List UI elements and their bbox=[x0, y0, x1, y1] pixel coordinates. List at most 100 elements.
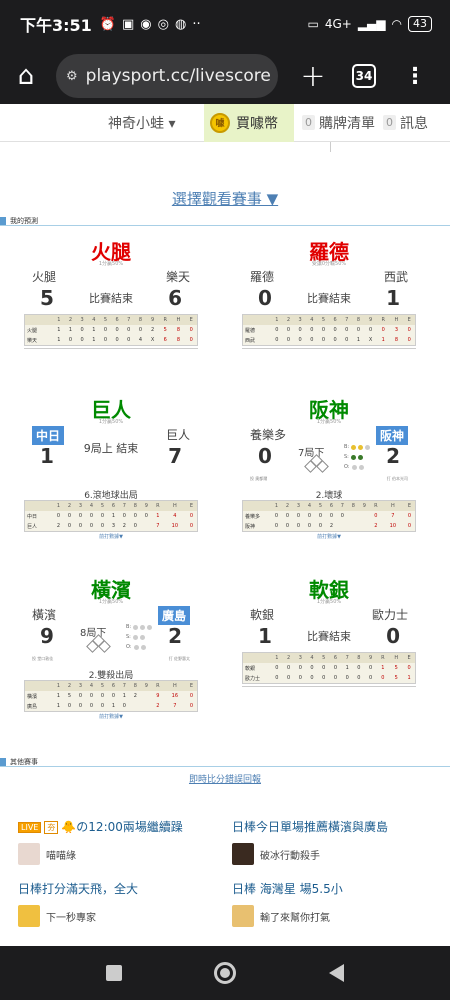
box-header-cell: R bbox=[151, 501, 164, 511]
box-header-cell: R bbox=[158, 315, 172, 325]
url-bar[interactable]: ⚙ playsport.cc/livescore bbox=[56, 54, 278, 98]
article-item[interactable]: LIVE 夯 🐥の12:00兩場繼續躁 喵喵綠 bbox=[18, 818, 228, 865]
messages-count: 0 bbox=[383, 115, 396, 130]
box-cell: 0 bbox=[285, 523, 290, 529]
base-state: 7局下 B: S: O: bbox=[298, 444, 371, 484]
new-tab-icon[interactable]: + bbox=[298, 59, 328, 94]
box-cell bbox=[130, 701, 141, 711]
box-cell: 0 bbox=[275, 665, 279, 671]
tab-switcher-button[interactable]: 34 bbox=[352, 64, 376, 88]
recents-icon[interactable] bbox=[106, 965, 123, 981]
box-cell: 6 bbox=[163, 337, 167, 343]
game-card[interactable]: 火腿 1分贏50% 火腿 樂天 5 6 比賽結束 1 2 3 4 5 6 7 8 9 R H E 火腿 1… bbox=[22, 236, 200, 349]
article-title[interactable]: LIVE 夯 🐥の12:00兩場繼續躁 bbox=[18, 818, 228, 835]
box-cell: 0 bbox=[286, 675, 291, 681]
box-header-cell: 5 bbox=[96, 681, 108, 691]
box-cell: 0 bbox=[67, 513, 72, 519]
inning-label: 8局下 bbox=[80, 628, 107, 639]
article-title[interactable]: 日棒 海灣星 場5.5小 bbox=[232, 880, 442, 897]
buy-coins-button[interactable]: 噱 買噱幣 bbox=[204, 103, 294, 142]
article-author[interactable]: 破冰行動殺手 bbox=[232, 843, 442, 865]
box-header-cell: 7 bbox=[341, 653, 354, 663]
box-cell: 1 bbox=[345, 665, 349, 671]
box-cell: 0 bbox=[307, 513, 312, 519]
box-header-cell: 4 bbox=[85, 681, 97, 691]
article-item[interactable]: 日棒 海灣星 場5.5小 輸了來幫你打氣 bbox=[232, 880, 442, 927]
box-header-cell: E bbox=[185, 681, 197, 691]
batting-stats-link[interactable]: 前打數據▼ bbox=[22, 712, 200, 722]
article-title[interactable]: 日棒今日單場推薦橫濱與廣島 bbox=[232, 818, 442, 835]
box-header-cell: R bbox=[376, 315, 390, 325]
box-header-cell: 2 bbox=[282, 653, 295, 663]
box-header-cell: 8 bbox=[129, 501, 141, 511]
box-cell: 0 bbox=[333, 327, 337, 333]
article-item[interactable]: 日棒今日單場推薦橫濱與廣島 破冰行動殺手 bbox=[232, 818, 442, 865]
menu-icon[interactable]: ⋮ bbox=[404, 64, 426, 89]
game-card[interactable]: 阪神 1分贏50% 養樂多 阪神 0 2 7局下 B: S: O: 投 奧都爾 … bbox=[240, 394, 418, 542]
purchase-count: 0 bbox=[302, 115, 315, 130]
box-header-cell: 6 bbox=[329, 653, 342, 663]
back-icon[interactable] bbox=[328, 964, 344, 982]
game-card[interactable]: 巨人 1分贏50% 中日 巨人 1 7 9局上 結束 6.滾地球出局 12345… bbox=[22, 394, 200, 542]
strikes-label: S: bbox=[344, 454, 349, 460]
box-cell: X bbox=[368, 337, 373, 343]
choose-games-link[interactable]: 選擇觀看賽事 ▼ bbox=[0, 188, 450, 209]
box-cell: 1 bbox=[68, 327, 73, 333]
box-cell: 8 bbox=[176, 327, 181, 333]
box-score-row: 樂天 1 0 0 1 0 0 0 4 X 6 8 0 bbox=[25, 335, 197, 345]
author-name: 輸了來幫你打氣 bbox=[260, 912, 330, 924]
box-cell: 2 bbox=[133, 693, 137, 699]
home-team-name: 歐力士 bbox=[371, 608, 408, 622]
article-author[interactable]: 輸了來幫你打氣 bbox=[232, 905, 442, 927]
article-author[interactable]: 下一秒專家 bbox=[18, 905, 228, 927]
box-cell: 0 bbox=[68, 337, 73, 343]
article-item[interactable]: 日棒打分滿天飛，全大 下一秒專家 bbox=[18, 880, 228, 927]
batter-label: 打 伯本光司 bbox=[386, 476, 408, 481]
box-cell: 0 bbox=[407, 337, 411, 343]
box-cell: 5 bbox=[67, 693, 72, 699]
away-score: 9 bbox=[40, 624, 54, 648]
batting-stats-link[interactable]: 前打數據▼ bbox=[22, 532, 200, 542]
box-cell: 5 bbox=[394, 665, 398, 671]
messages-link[interactable]: 0 訊息 bbox=[383, 113, 428, 133]
site-settings-icon[interactable]: ⚙ bbox=[66, 69, 78, 84]
browser-toolbar: ⌂ ⚙ playsport.cc/livescore + 34 ⋮ bbox=[0, 48, 450, 104]
box-cell: 1 bbox=[356, 337, 361, 343]
game-card[interactable]: 軟銀 1分贏50% 軟銀 歐力士 1 0 比賽結束 1 2 3 4 5 6 7 8 9 R H E 軟銀… bbox=[240, 574, 418, 687]
user-menu[interactable]: 神奇小蛙 ▾ bbox=[108, 113, 204, 133]
game-status: 9局上 結束 bbox=[83, 442, 139, 455]
strikes-label: S: bbox=[126, 634, 131, 640]
box-header-cell: 7 bbox=[118, 501, 130, 511]
box-cell: 0 bbox=[321, 327, 326, 333]
live-score-error-report-link[interactable]: 即時比分錯誤回報 bbox=[0, 772, 450, 785]
box-header-cell: 3 bbox=[76, 315, 88, 325]
box-cell bbox=[141, 521, 152, 531]
box-header-cell: 3 bbox=[74, 681, 86, 691]
box-cell: 0 bbox=[275, 337, 279, 343]
batter-label: 打 佐野惠太 bbox=[168, 656, 190, 661]
home-icon[interactable]: ⌂ bbox=[10, 60, 42, 92]
home-button-icon[interactable] bbox=[214, 962, 237, 984]
box-header-cell: 7 bbox=[118, 681, 130, 691]
article-author[interactable]: 喵喵綠 bbox=[18, 843, 228, 865]
home-team-name: 西武 bbox=[383, 270, 408, 284]
last-play: 2.雙殺出局 bbox=[88, 671, 134, 681]
box-header-cell: 9 bbox=[358, 501, 370, 511]
box-cell: 0 bbox=[374, 513, 378, 519]
box-cell bbox=[348, 511, 359, 521]
box-cell: 0 bbox=[368, 327, 373, 333]
box-header-cell: H bbox=[389, 653, 404, 663]
game-card[interactable]: 橫濱 1分贏50% 橫濱 廣島 9 2 8局下 B: S: O: 投 堂口敦佳 … bbox=[22, 574, 200, 722]
box-cell: 0 bbox=[318, 513, 323, 519]
box-score-row: 養樂多 0 0 0 0 0 0 0 0 7 0 bbox=[243, 511, 415, 521]
purchase-list-label: 購牌清單 bbox=[319, 115, 375, 132]
batting-stats-link[interactable]: 前打數據▼ bbox=[240, 532, 418, 542]
alarm-icon: ⏰ bbox=[99, 16, 116, 32]
game-card[interactable]: 羅德 受讓0分輸50% 羅德 西武 0 1 比賽結束 123456789RHE羅… bbox=[240, 236, 418, 349]
home-team-name: 廣島 bbox=[157, 606, 190, 625]
article-title[interactable]: 日棒打分滿天飛，全大 bbox=[18, 880, 228, 897]
box-header-cell: 6 bbox=[111, 315, 123, 325]
purchase-list-link[interactable]: 0 購牌清單 bbox=[302, 113, 375, 133]
box-header-cell: 8 bbox=[129, 681, 141, 691]
box-cell: 1 bbox=[407, 675, 411, 681]
